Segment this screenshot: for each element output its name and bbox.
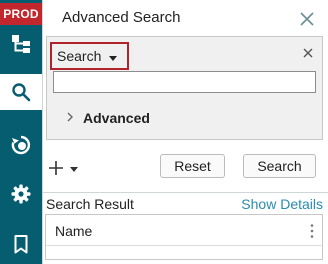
chevron-right-icon: [67, 109, 73, 127]
hierarchy-icon: [12, 35, 30, 53]
search-type-label: Search: [57, 48, 102, 64]
bookmark-icon: [14, 235, 28, 254]
rail-item-history[interactable]: [0, 127, 42, 163]
panel-title: Advanced Search: [62, 9, 181, 26]
search-input[interactable]: [53, 71, 316, 93]
advanced-label: Advanced: [83, 110, 150, 126]
add-criteria-button[interactable]: [49, 158, 89, 178]
remove-criteria-button[interactable]: [302, 46, 314, 58]
search-button[interactable]: Search: [243, 154, 316, 178]
close-icon: [300, 12, 314, 26]
results-table: Name: [45, 214, 323, 260]
row-separator: [46, 245, 322, 246]
rail-item-search[interactable]: [0, 74, 42, 110]
search-type-dropdown[interactable]: Search: [50, 42, 129, 70]
search-criteria-box: Search Advanced: [46, 36, 323, 140]
rail-item-settings[interactable]: [0, 176, 42, 212]
reset-button[interactable]: Reset: [160, 154, 225, 178]
rail-item-hierarchy[interactable]: [0, 26, 42, 62]
divider: [43, 192, 328, 193]
search-result-header: Search Result: [46, 196, 134, 212]
caret-down-icon: [109, 48, 118, 64]
column-header-name[interactable]: Name: [55, 223, 92, 239]
env-badge: PROD: [0, 3, 42, 25]
rail-item-bookmarks[interactable]: [0, 226, 42, 262]
advanced-search-panel: Advanced Search Search Advanced Reset Se…: [42, 0, 328, 264]
plus-icon: [49, 158, 63, 178]
panel-close-button[interactable]: [297, 9, 317, 29]
kebab-menu-icon: [310, 224, 314, 238]
caret-down-icon: [70, 159, 78, 177]
app-window: PROD Advanced Search Search Advanced Res…: [0, 0, 328, 264]
column-menu-button[interactable]: [308, 223, 316, 239]
left-rail: PROD: [0, 0, 42, 264]
refresh-clock-icon: [11, 135, 31, 155]
advanced-toggle[interactable]: Advanced: [67, 109, 150, 127]
close-icon: [303, 48, 313, 58]
search-icon: [12, 83, 31, 102]
gear-icon: [11, 184, 31, 204]
show-details-link[interactable]: Show Details: [241, 196, 323, 212]
